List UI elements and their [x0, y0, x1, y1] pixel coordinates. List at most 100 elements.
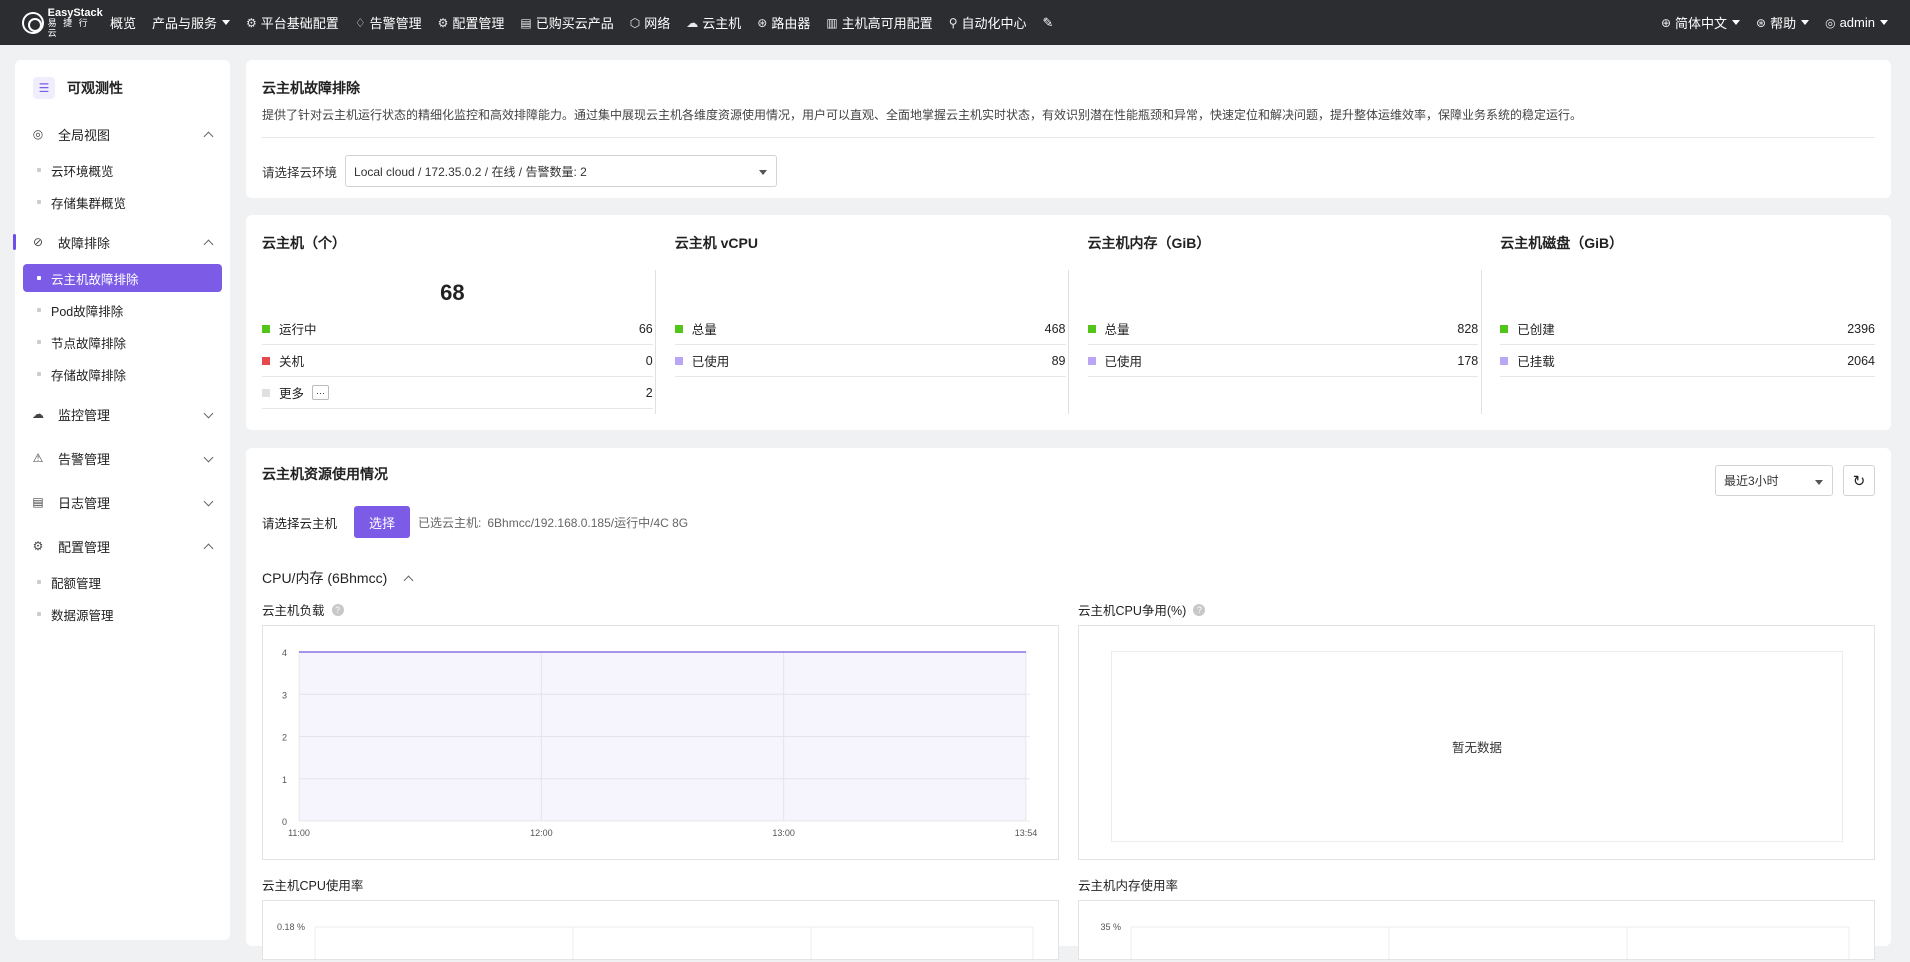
x-tick-label: 13:00	[772, 828, 795, 838]
settings-icon: ⚙	[246, 15, 257, 30]
divider	[655, 270, 656, 414]
stat-row: 已使用 178	[1087, 345, 1479, 377]
list-icon: ▤	[520, 15, 532, 30]
sidebar-item[interactable]: 存储集群概览	[23, 188, 222, 216]
stat-row: 已使用 89	[674, 345, 1066, 377]
cpu-memory-section-header[interactable]: CPU/内存 (6Bhmcc)	[262, 568, 1875, 588]
stat-row: 运行中 66	[262, 313, 653, 345]
page-description: 提供了针对云主机运行状态的精细化监控和高效排障能力。通过集中展现云主机各维度资源…	[262, 108, 1583, 122]
legend-swatch	[262, 324, 270, 333]
chevron-down-icon	[1880, 20, 1888, 25]
stat-vm-total: 68	[440, 280, 465, 305]
help-icon[interactable]: ?	[1193, 603, 1206, 616]
nav-item-8[interactable]: ⊛ 路由器	[757, 13, 810, 32]
y-tick-label: 0	[282, 817, 287, 827]
more-button[interactable]: ···	[312, 385, 330, 400]
user-menu[interactable]: ◎ admin	[1825, 15, 1888, 30]
router-icon: ⊛	[757, 15, 768, 30]
legend-swatch	[262, 356, 270, 365]
easystack-logo[interactable]: EasyStack 易 捷 行 云	[22, 7, 104, 38]
y-tick-label: 1	[282, 775, 287, 785]
ha-icon: ▥	[826, 15, 838, 30]
sidebar-group-2[interactable]: ☁ 监控管理	[15, 396, 230, 432]
nav-item-5[interactable]: ▤ 已购买云产品	[520, 13, 613, 32]
select-vm-button[interactable]: 选择	[354, 506, 411, 538]
nav-item-7[interactable]: ☁ 云主机	[686, 13, 741, 32]
nav-item-2[interactable]: ⚙ 平台基础配置	[246, 13, 339, 32]
sidebar-item[interactable]: Pod故障排除	[23, 296, 222, 324]
sidebar-item[interactable]: 云环境概览	[23, 156, 222, 184]
divider	[1481, 270, 1482, 414]
nav-item-1[interactable]: 产品与服务	[152, 13, 231, 32]
sidebar-item[interactable]: 节点故障排除	[23, 328, 222, 356]
sidebar-group-1[interactable]: ⊘ 故障排除	[13, 224, 230, 260]
dropdown-arrow-icon	[1815, 480, 1823, 485]
alarm-icon: ⚠	[32, 451, 44, 465]
stat-row: 总量 828	[1087, 313, 1479, 345]
section-title: 云主机资源使用情况	[262, 466, 388, 482]
main-nav: 概览 产品与服务 ⚙ 平台基础配置 ♢ 告警管理 ⚙ 配置管理 ▤ 已购买云产品 ⬡ 网络 ☁ 云主机 ⊛ 路…	[110, 13, 1069, 32]
nav-item-4[interactable]: ⚙ 配置管理	[438, 13, 505, 32]
y-tick-label: 35 %	[1100, 922, 1121, 932]
chevron-up-icon	[203, 239, 214, 250]
nav-item-6[interactable]: ⬡ 网络	[630, 13, 671, 32]
chart-title-mem-usage: 云主机内存使用率	[1078, 879, 1179, 893]
resource-usage-card: 云主机资源使用情况 最近3小时 ↻ 请选择云主机 选择 已选云主机: 6Bhmc…	[246, 448, 1891, 960]
stat-vm: 云主机（个） 68 运行中 66 关机 0 更多 ··· 2	[262, 231, 675, 430]
memory-usage-chart-svg: 35 %	[1100, 922, 1850, 959]
stat-title: 云主机（个）	[262, 235, 346, 251]
x-tick-label: 11:00	[288, 828, 310, 838]
load-chart: 0 1 2 3 4 11:00 12:00 13:00 13:54	[262, 625, 1059, 860]
stat-title: 云主机 vCPU	[674, 235, 758, 251]
cloud-env-select[interactable]: Local cloud / 172.35.0.2 / 在线 / 告警数量: 2	[345, 155, 778, 187]
x-tick-label: 13:54	[1015, 828, 1038, 838]
sidebar-group-0[interactable]: ◎ 全局视图	[15, 116, 230, 152]
sidebar-group-4[interactable]: ▤ 日志管理	[15, 484, 230, 520]
stat-title: 云主机磁盘（GiB）	[1500, 235, 1624, 251]
help-icon[interactable]: ?	[331, 603, 344, 616]
nav-item-3[interactable]: ♢ 告警管理	[355, 13, 422, 32]
legend-swatch	[1087, 356, 1096, 365]
chevron-up-icon[interactable]	[403, 575, 414, 586]
stat-memory: 云主机内存（GiB） 总量 828 已使用 178	[1087, 231, 1501, 430]
right-nav: ⊕ 简体中文 ⊛ 帮助 ◎ admin	[1645, 13, 1888, 32]
chart-title-load: 云主机负载?	[262, 600, 344, 619]
divider	[1068, 270, 1069, 414]
stat-row: 更多 ··· 2	[262, 377, 653, 409]
language-menu[interactable]: ⊕ 简体中文	[1660, 13, 1741, 32]
nav-item-10[interactable]: ⚲ 自动化中心	[949, 13, 1027, 32]
no-data-placeholder: 暂无数据	[1111, 651, 1843, 842]
help-menu[interactable]: ⊛ 帮助	[1756, 13, 1810, 32]
log-icon: ▤	[32, 495, 44, 509]
stat-row: 关机 0	[262, 345, 653, 377]
user-icon: ◎	[1825, 15, 1836, 30]
legend-swatch	[674, 324, 683, 333]
page-header-card: 云主机故障排除 提供了针对云主机运行状态的精细化监控和高效排障能力。通过集中展现…	[246, 60, 1891, 198]
gear-icon: ⚙	[437, 15, 449, 30]
config-icon: ⚙	[32, 539, 44, 553]
nav-item-9[interactable]: ▥ 主机高可用配置	[826, 13, 932, 32]
sidebar-group-5[interactable]: ⚙ 配置管理	[15, 528, 230, 564]
chevron-up-icon	[203, 131, 214, 142]
time-range-select[interactable]: 最近3小时	[1715, 465, 1833, 496]
selected-vm-prefix: 已选云主机:	[418, 515, 482, 530]
help-icon: ⊛	[1756, 15, 1767, 30]
nav-item-0[interactable]: 概览	[110, 13, 136, 32]
pin-icon[interactable]: ✎	[1043, 15, 1054, 31]
automation-icon: ⚲	[948, 15, 958, 30]
sidebar-group-3[interactable]: ⚠ 告警管理	[15, 440, 230, 476]
sidebar: ☰ 可观测性 ◎ 全局视图 云环境概览 存储集群概览 ⊘ 故障排除 云主机故障排除 Pod故障…	[13, 60, 230, 940]
legend-swatch	[1500, 356, 1509, 365]
memory-usage-chart: 35 %	[1078, 900, 1875, 960]
sidebar-item[interactable]: 数据源管理	[23, 600, 222, 628]
sidebar-item[interactable]: 配额管理	[23, 568, 222, 596]
menu-icon[interactable]: ☰	[33, 77, 55, 99]
refresh-button[interactable]: ↻	[1843, 465, 1875, 496]
selected-vm-value: 6Bhmcc/192.168.0.185/运行中/4C 8G	[487, 515, 689, 530]
sidebar-item[interactable]: 存储故障排除	[23, 360, 222, 388]
sidebar-item[interactable]: 云主机故障排除	[23, 264, 222, 292]
chevron-down-icon	[203, 496, 214, 507]
logo-subtext: 易 捷 行 云	[47, 17, 90, 38]
globe-icon: ⊕	[1660, 15, 1671, 30]
chevron-down-icon	[222, 20, 231, 25]
